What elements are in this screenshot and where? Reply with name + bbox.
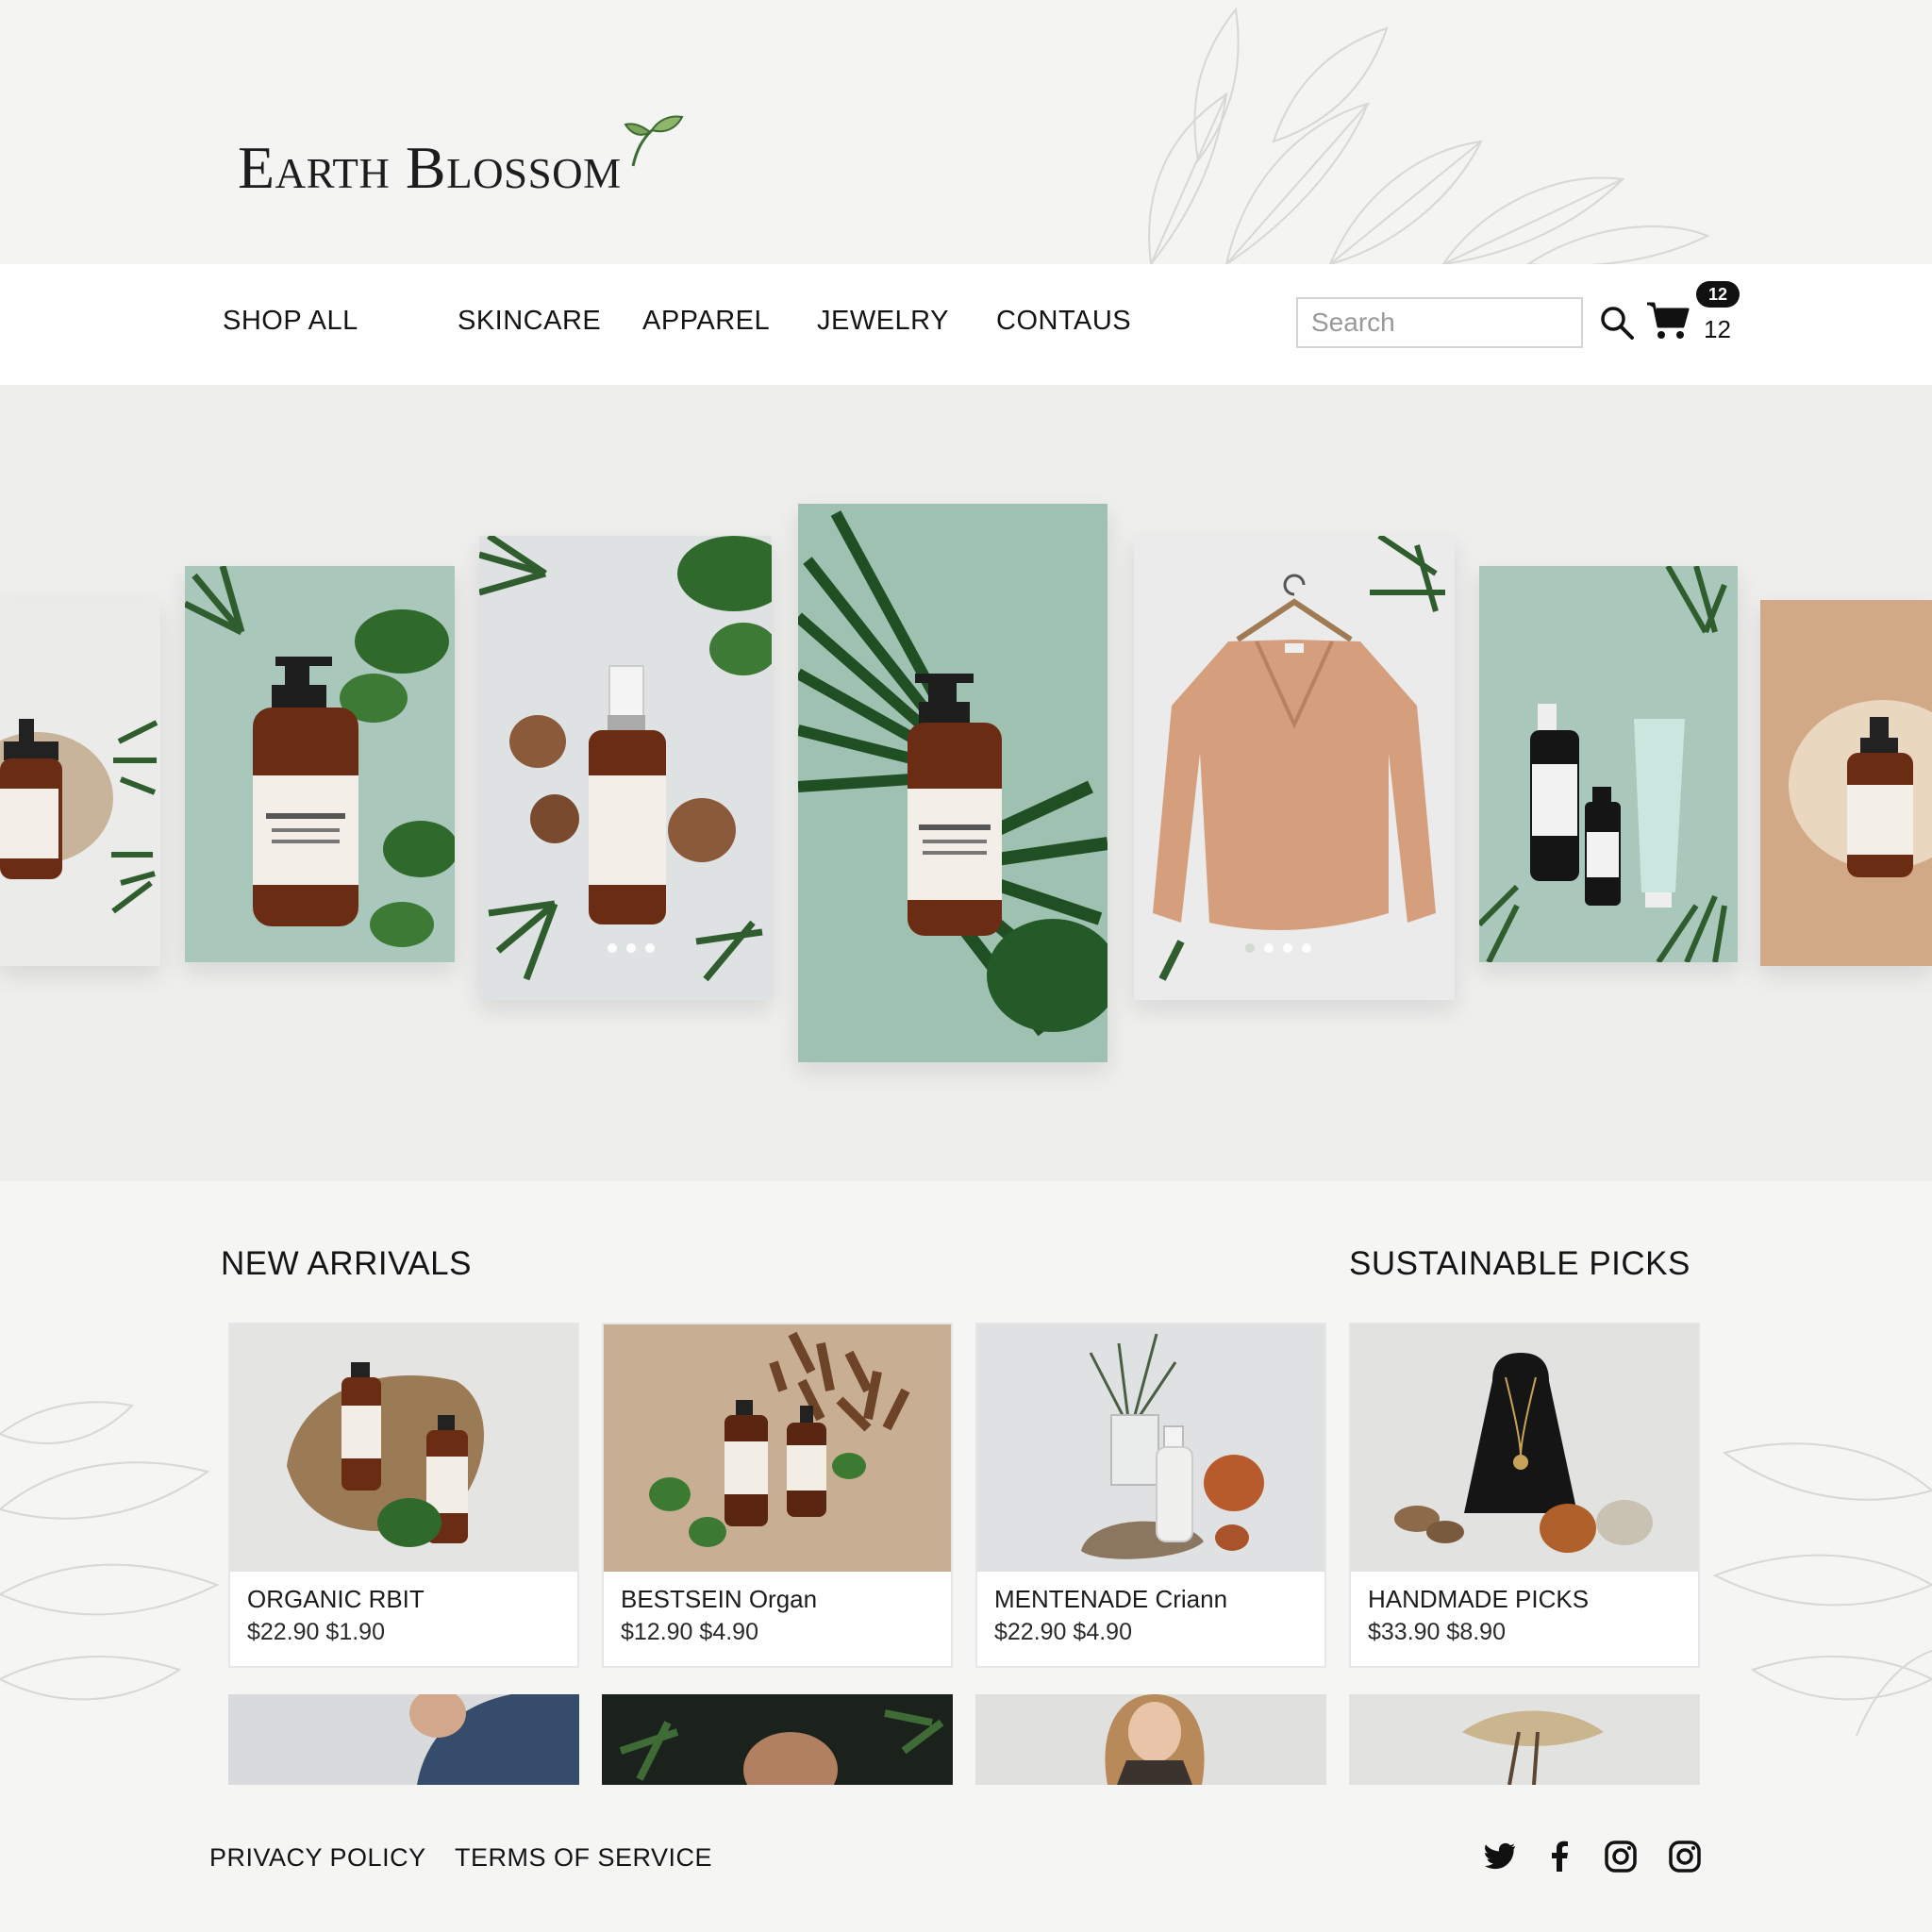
product-image <box>1462 1710 1604 1785</box>
facebook-icon[interactable] <box>1543 1840 1577 1874</box>
nav-item-skincare[interactable]: SKINCARE <box>458 306 601 337</box>
instagram-icon[interactable] <box>1604 1840 1638 1874</box>
product-image <box>409 1694 579 1785</box>
nav-item-jewelry[interactable]: JEWELRY <box>817 306 949 337</box>
product-card[interactable]: BESTSEIN Organ $12.90 $4.90 <box>602 1323 953 1668</box>
product-bottle-image <box>798 510 1108 1037</box>
product-image <box>619 1709 944 1785</box>
carousel-card[interactable] <box>1479 566 1738 962</box>
carousel-dot[interactable] <box>608 943 617 953</box>
product-image <box>604 1324 951 1572</box>
product-bottle-image <box>0 719 158 914</box>
product-card[interactable]: HANDMADE PICKS $33.90 $8.90 <box>1349 1323 1700 1668</box>
product-price: $12.90 $4.90 <box>621 1619 758 1645</box>
product-image <box>230 1324 577 1572</box>
leaf-line-art-icon <box>1712 1442 1932 1737</box>
product-name: HANDMADE PICKS <box>1368 1585 1590 1613</box>
product-card[interactable]: MENTENADE Criann $22.90 $4.90 <box>975 1323 1326 1668</box>
carousel-card[interactable] <box>479 536 772 1000</box>
product-bottle-image <box>1789 700 1932 877</box>
product-bottle-image <box>1479 566 1727 962</box>
instagram-icon[interactable] <box>1668 1840 1702 1874</box>
nav-item-apparel[interactable]: APPAREL <box>642 306 770 337</box>
brand-logo[interactable]: Earth Blossom <box>238 111 684 198</box>
brand-name: Earth Blossom <box>238 134 622 201</box>
carousel-dots[interactable] <box>1245 943 1311 953</box>
product-card-partial[interactable] <box>975 1694 1326 1785</box>
product-bottle-image <box>185 566 455 947</box>
main-nav: SHOP ALL SKINCARE APPAREL JEWELRY CONTAU… <box>0 264 1932 385</box>
product-image <box>1351 1324 1698 1572</box>
cart-count: 12 <box>1704 315 1731 343</box>
search-icon[interactable] <box>1598 304 1636 341</box>
product-sweater-image <box>1153 536 1445 981</box>
product-card[interactable]: ORGANIC RBIT $22.90 $1.90 <box>228 1323 579 1668</box>
hero-carousel <box>0 385 1932 1181</box>
site-header: Earth Blossom <box>0 0 1932 264</box>
nav-item-contact[interactable]: CONTAUS <box>996 306 1131 337</box>
footer-link-privacy[interactable]: PRIVACY POLICY <box>209 1843 426 1873</box>
carousel-dot[interactable] <box>1264 943 1274 953</box>
product-name: BESTSEIN Organ <box>621 1585 818 1613</box>
carousel-card[interactable] <box>1760 600 1932 966</box>
product-bottle-image <box>479 536 772 982</box>
carousel-card-featured[interactable] <box>798 504 1108 1062</box>
product-image <box>1105 1694 1205 1785</box>
leaf-line-art-icon <box>0 1401 220 1701</box>
cart-badge: 12 <box>1696 281 1740 308</box>
footer-link-terms[interactable]: TERMS OF SERVICE <box>455 1843 712 1873</box>
product-price: $22.90 $1.90 <box>247 1619 385 1645</box>
product-card-partial[interactable] <box>602 1694 953 1785</box>
product-name: ORGANIC RBIT <box>247 1585 425 1613</box>
product-card-partial[interactable] <box>1349 1694 1700 1785</box>
carousel-dots[interactable] <box>608 943 655 953</box>
leaf-sprig-icon <box>624 115 684 167</box>
product-price: $22.90 $4.90 <box>994 1619 1132 1645</box>
nav-item-shop-all[interactable]: SHOP ALL <box>223 306 358 337</box>
carousel-dot[interactable] <box>626 943 636 953</box>
carousel-dot[interactable] <box>1302 943 1311 953</box>
carousel-dot[interactable] <box>1283 943 1292 953</box>
section-title-new-arrivals: NEW ARRIVALS <box>221 1245 472 1282</box>
section-title-sustainable-picks: SUSTAINABLE PICKS <box>1349 1245 1690 1282</box>
carousel-card[interactable] <box>0 600 160 966</box>
search-input[interactable] <box>1296 297 1583 348</box>
leaf-line-art-icon <box>1148 7 1710 264</box>
product-price: $33.90 $8.90 <box>1368 1619 1506 1645</box>
product-card-partial[interactable] <box>228 1694 579 1785</box>
carousel-card[interactable] <box>1134 536 1455 1000</box>
twitter-icon[interactable] <box>1483 1840 1517 1874</box>
shopping-cart-icon[interactable] <box>1645 300 1690 341</box>
product-image <box>977 1324 1324 1572</box>
carousel-dot[interactable] <box>1245 943 1255 953</box>
carousel-card[interactable] <box>185 566 455 962</box>
carousel-dot[interactable] <box>645 943 655 953</box>
product-name: MENTENADE Criann <box>994 1585 1228 1613</box>
